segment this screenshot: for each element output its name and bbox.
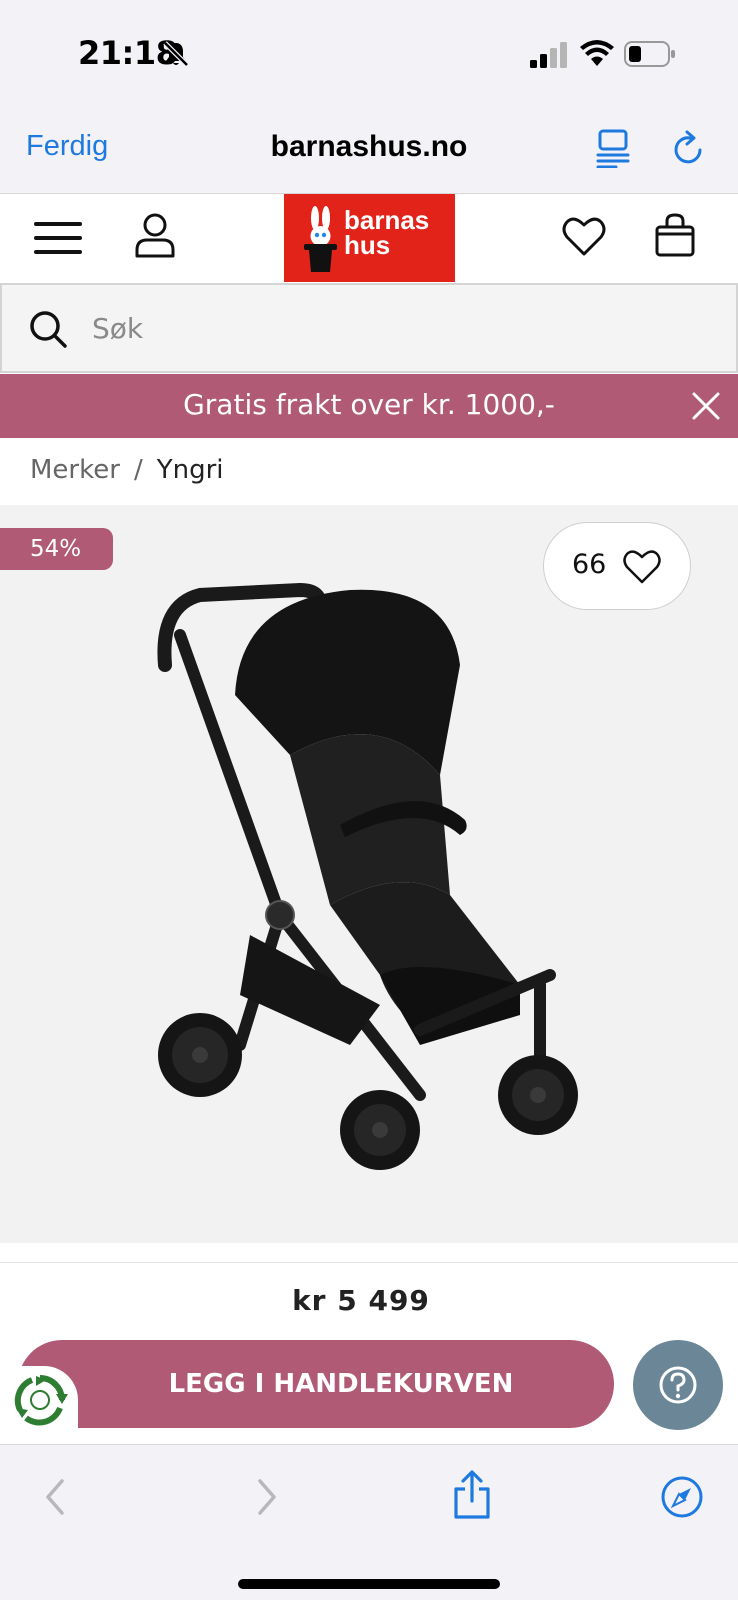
breadcrumb-separator: / — [133, 455, 143, 485]
promo-banner: Gratis frakt over kr. 1000,- — [0, 374, 738, 438]
menu-icon[interactable] — [34, 218, 82, 258]
search-bar — [0, 283, 738, 373]
add-to-cart-button[interactable]: LEGG I HANDLEKURVEN — [18, 1340, 614, 1428]
reader-mode-icon[interactable] — [596, 128, 630, 168]
shopping-bag-icon[interactable] — [654, 212, 696, 258]
browser-address-bar: Ferdig barnashus.no — [0, 108, 738, 194]
heart-icon — [623, 550, 661, 584]
discount-badge: 54% — [0, 528, 113, 570]
recycle-badge[interactable] — [0, 1366, 78, 1428]
search-icon — [30, 311, 67, 348]
help-icon — [659, 1366, 697, 1404]
battery-icon — [624, 41, 675, 67]
status-bar: 21:18 — [0, 0, 738, 108]
site-header: barnas hus — [0, 194, 738, 282]
account-icon[interactable] — [134, 212, 176, 258]
divider — [0, 1262, 738, 1263]
breadcrumb-current: Yngri — [156, 455, 224, 485]
product-price: kr 5 499 — [292, 1284, 430, 1317]
home-indicator — [238, 1579, 500, 1589]
wifi-icon — [580, 40, 614, 66]
bell-slash-icon — [163, 41, 189, 67]
stroller-product-image — [157, 582, 578, 1170]
share-icon[interactable] — [452, 1469, 492, 1521]
browser-toolbar — [0, 1444, 738, 1600]
logo-wordmark: barnas hus — [344, 207, 429, 260]
product-image-area[interactable]: 54% 66 — [0, 505, 738, 1243]
signal-icon — [530, 42, 567, 68]
breadcrumb: Merker / Yngri — [30, 455, 223, 485]
heart-icon[interactable] — [562, 214, 606, 258]
help-button[interactable] — [633, 1340, 723, 1430]
recycle-icon — [14, 1375, 68, 1426]
search-input[interactable] — [92, 305, 692, 351]
bunny-hat-logo-icon — [304, 206, 337, 272]
site-logo[interactable]: barnas hus — [284, 194, 455, 282]
promo-text: Gratis frakt over kr. 1000,- — [183, 388, 555, 421]
back-arrow-icon[interactable] — [40, 1475, 70, 1519]
breadcrumb-link-brands[interactable]: Merker — [30, 455, 120, 485]
close-icon[interactable] — [690, 390, 722, 422]
forward-arrow-icon[interactable] — [252, 1475, 282, 1519]
compass-icon[interactable] — [660, 1475, 704, 1519]
reload-icon[interactable] — [670, 128, 708, 168]
logo-line-2: hus — [344, 230, 391, 260]
